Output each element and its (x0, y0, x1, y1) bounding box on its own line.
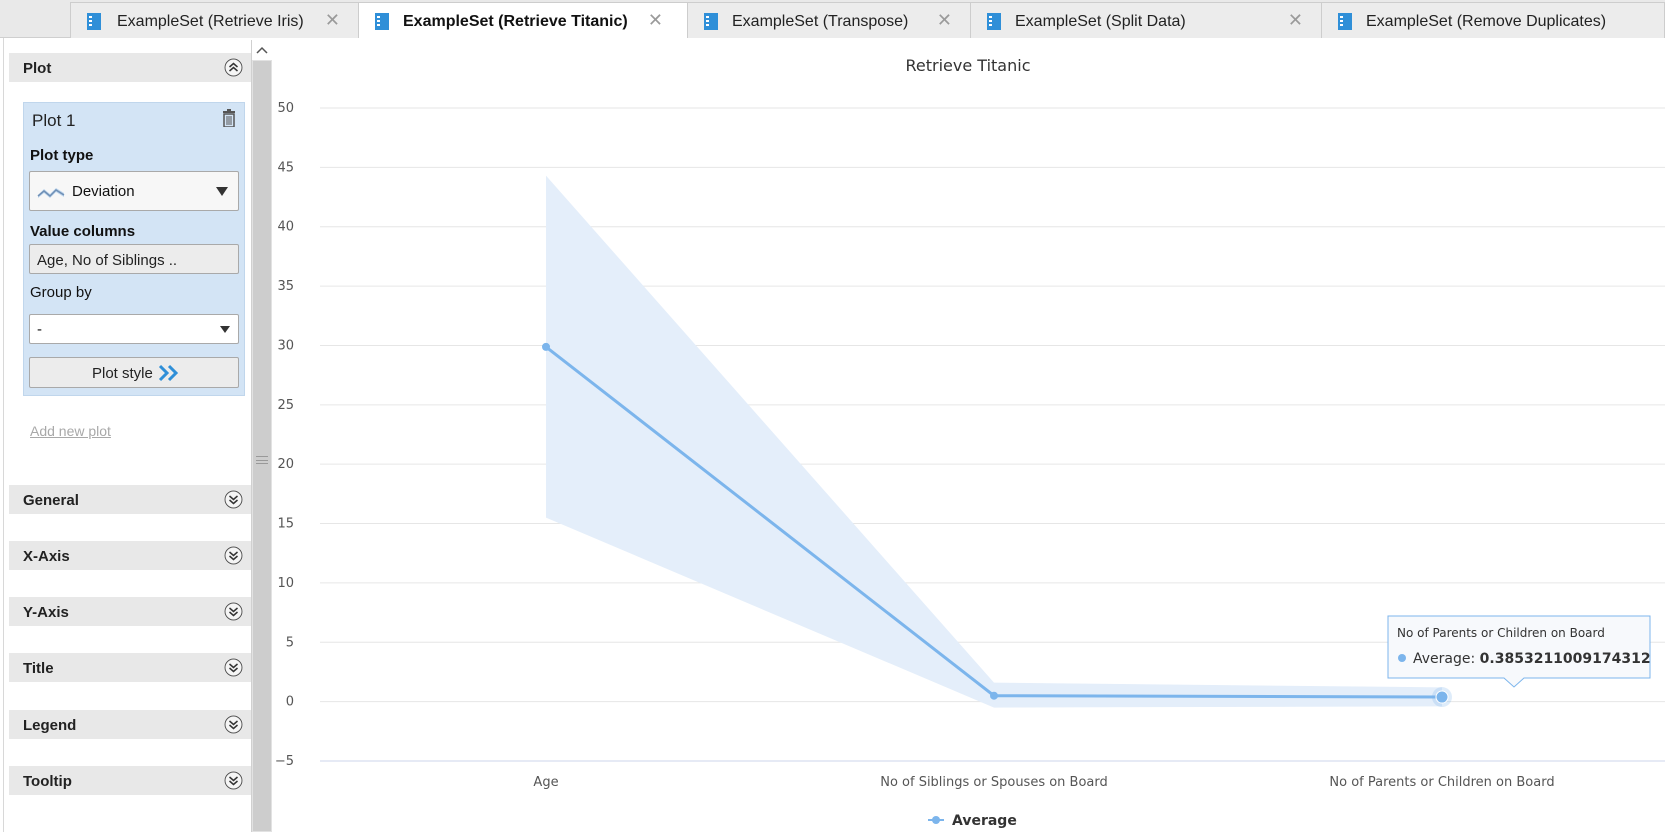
y-tick-label: 35 (277, 279, 294, 294)
y-tick-label: 15 (277, 517, 294, 532)
scroll-thumb[interactable] (253, 61, 271, 831)
legend[interactable]: Average (928, 813, 1017, 829)
section-label: Y-Axis (23, 604, 69, 621)
section-label: X-Axis (23, 548, 70, 565)
tooltip-value-label: Average: (1413, 651, 1480, 667)
data-point (990, 691, 998, 700)
y-tick-label: −5 (275, 754, 294, 769)
expand-icon[interactable] (224, 715, 243, 734)
section-label: Legend (23, 717, 77, 734)
plot-type-dropdown[interactable]: Deviation (29, 171, 239, 211)
tab-label: ExampleSet (Transpose) (732, 13, 909, 30)
y-tick-label: 5 (286, 635, 294, 650)
plot-title: Plot 1 (32, 111, 76, 130)
x-tick-label: No of Parents or Children on Board (1329, 775, 1554, 790)
close-icon[interactable]: ✕ (648, 11, 663, 29)
expand-icon[interactable] (224, 490, 243, 509)
tooltip-value-number: 0.3853211009174312 (1480, 651, 1651, 667)
chevron-up-icon (256, 46, 268, 54)
tab-label: ExampleSet (Retrieve Titanic) (403, 13, 628, 30)
deviation-band (546, 175, 1442, 708)
tooltip-title: No of Parents or Children on Board (1397, 626, 1605, 640)
exampleset-icon (987, 13, 1001, 30)
group-by-value: - (37, 321, 42, 338)
value-columns-value: Age, No of Siblings .. (37, 252, 178, 269)
tab-split-data[interactable]: ExampleSet (Split Data) ✕ (970, 2, 1322, 38)
y-tick-label: 20 (277, 457, 294, 472)
panel-border (3, 38, 4, 832)
expand-icon[interactable] (224, 658, 243, 677)
double-chevron-right-icon (158, 364, 179, 382)
scroll-grip (256, 456, 268, 464)
tab-label: ExampleSet (Remove Duplicates) (1366, 13, 1607, 30)
section-plot[interactable]: Plot (9, 53, 251, 82)
close-icon[interactable]: ✕ (1288, 11, 1303, 29)
expand-icon[interactable] (224, 546, 243, 565)
tooltip-value: Average: 0.3853211009174312 (1413, 651, 1651, 667)
group-by-label: Group by (30, 284, 92, 301)
y-tick-label: 10 (277, 576, 294, 591)
chart-area: Retrieve Titanic −5 0 5 10 15 20 25 30 35 40 45 50 Ag… (272, 38, 1665, 832)
deviation-icon (37, 188, 65, 198)
exampleset-icon (87, 13, 101, 30)
tab-label: ExampleSet (Retrieve Iris) (117, 13, 304, 30)
chevron-down-icon (220, 326, 230, 333)
exampleset-icon (1338, 13, 1352, 30)
chevron-down-icon (216, 187, 228, 196)
plot-style-label: Plot style (92, 365, 153, 382)
x-tick-label: No of Siblings or Spouses on Board (880, 775, 1108, 790)
close-icon[interactable]: ✕ (937, 11, 952, 29)
section-legend[interactable]: Legend (9, 710, 251, 739)
tab-bar: ExampleSet (Retrieve Iris) ✕ ExampleSet … (0, 0, 1665, 39)
y-tick-label: 50 (277, 101, 294, 116)
expand-icon[interactable] (224, 771, 243, 790)
tooltip-bullet (1398, 654, 1406, 662)
tab-remove-duplicates[interactable]: ExampleSet (Remove Duplicates) (1321, 2, 1665, 38)
value-columns-label: Value columns (30, 223, 136, 240)
section-label: Plot (23, 60, 52, 77)
tab-transpose[interactable]: ExampleSet (Transpose) ✕ (687, 2, 971, 38)
section-label: General (23, 492, 79, 509)
section-tooltip[interactable]: Tooltip (9, 766, 251, 795)
tab-retrieve-titanic[interactable]: ExampleSet (Retrieve Titanic) ✕ (358, 2, 688, 39)
y-tick-label: 25 (277, 398, 294, 413)
value-columns-button[interactable]: Age, No of Siblings .. (29, 244, 239, 274)
plot-type-label: Plot type (30, 147, 94, 164)
data-point (542, 342, 550, 351)
section-title[interactable]: Title (9, 653, 251, 682)
collapse-icon[interactable] (224, 58, 243, 77)
section-x-axis[interactable]: X-Axis (9, 541, 251, 570)
x-tick-label: Age (533, 775, 558, 790)
data-point (1435, 690, 1449, 704)
deviation-chart: Retrieve Titanic −5 0 5 10 15 20 25 30 35 40 45 50 Ag… (275, 56, 1665, 829)
scroll-up-button[interactable] (252, 40, 272, 60)
tab-label: ExampleSet (Split Data) (1015, 13, 1186, 30)
group-by-select[interactable]: - (29, 314, 239, 344)
y-tick-label: 40 (277, 220, 294, 235)
tab-retrieve-iris[interactable]: ExampleSet (Retrieve Iris) ✕ (70, 2, 359, 38)
y-tick-label: 30 (277, 338, 294, 353)
panel-scrollbar[interactable] (251, 40, 272, 832)
exampleset-icon (704, 13, 718, 30)
section-label: Tooltip (23, 773, 72, 790)
trash-icon[interactable] (222, 109, 236, 127)
expand-icon[interactable] (224, 602, 243, 621)
exampleset-icon (375, 13, 389, 30)
legend-label: Average (952, 813, 1017, 829)
chart-title: Retrieve Titanic (906, 56, 1031, 75)
y-tick-label: 0 (286, 695, 294, 710)
plot-style-button[interactable]: Plot style (29, 357, 239, 388)
y-tick-label: 45 (277, 160, 294, 175)
add-new-plot-link[interactable]: Add new plot (30, 423, 111, 439)
section-general[interactable]: General (9, 485, 251, 514)
plot-1-config: Plot 1 Plot type Deviation Value columns… (23, 102, 245, 396)
section-label: Title (23, 660, 54, 677)
section-y-axis[interactable]: Y-Axis (9, 597, 251, 626)
legend-marker (932, 816, 940, 824)
plot-type-value: Deviation (72, 183, 135, 200)
close-icon[interactable]: ✕ (325, 11, 340, 29)
